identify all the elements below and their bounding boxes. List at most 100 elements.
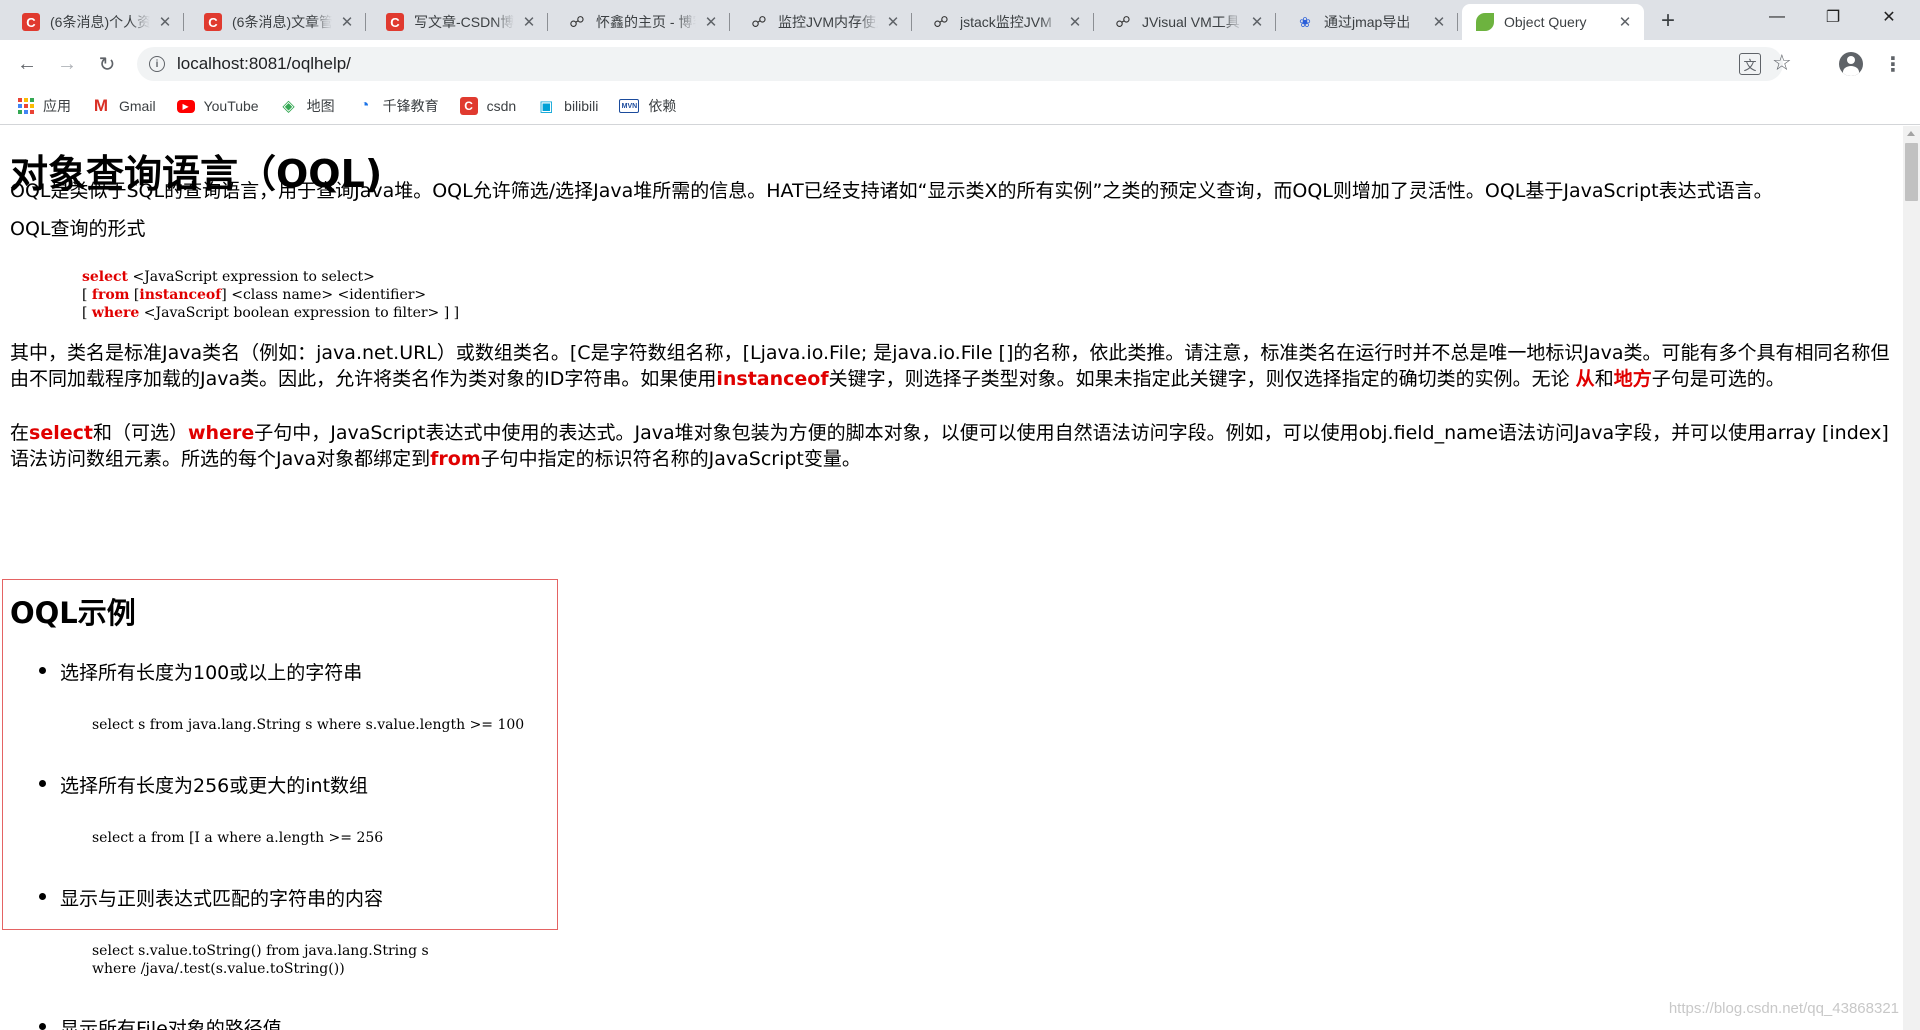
browser-toolbar: ← → ↻ i localhost:8081/oqlhelp/ 文 ☆ ⋮ xyxy=(0,40,1920,88)
example-item: 显示所有File对象的路径值 xyxy=(39,1014,282,1030)
keyword-where: where xyxy=(187,422,255,444)
apps-icon xyxy=(18,98,34,114)
url-text[interactable]: localhost:8081/oqlhelp/ xyxy=(177,54,351,74)
tab-title: JVisual VM工具 xyxy=(1142,14,1240,30)
star-icon[interactable]: ☆ xyxy=(1772,50,1792,76)
bookmark-label: YouTube xyxy=(203,98,259,114)
tab-title: 写文章-CSDN博客 xyxy=(414,14,514,30)
close-icon[interactable]: ✕ xyxy=(520,13,538,31)
example-item: 显示与正则表达式匹配的字符串的内容 xyxy=(38,884,383,911)
translate-icon[interactable]: 文 xyxy=(1739,53,1761,75)
close-icon[interactable]: ✕ xyxy=(1248,13,1266,31)
maximize-button[interactable]: ❐ xyxy=(1810,0,1856,34)
github-icon: ☍ xyxy=(933,14,949,31)
syntax-text: <JavaScript boolean expression to filter… xyxy=(139,305,460,321)
example-item: 选择所有长度为256或更大的int数组 xyxy=(38,771,368,798)
watermark: https://blog.csdn.net/qq_43868321 xyxy=(1668,1000,1899,1017)
page-viewport[interactable]: 对象查询语言（OQL) OQL是类似于SQL的查询语言，用于查询Java堆。OQ… xyxy=(0,126,1903,1030)
close-icon[interactable]: ✕ xyxy=(1066,13,1084,31)
baidu-icon: ❀ xyxy=(1299,13,1311,30)
csdn-icon xyxy=(22,13,40,31)
forward-button[interactable]: → xyxy=(51,48,83,80)
bookmark-label: 地图 xyxy=(306,98,335,114)
syntax-block: select <JavaScript expression to select>… xyxy=(82,268,459,322)
syntax-text: <JavaScript expression to select> xyxy=(128,269,375,285)
address-bar[interactable]: i localhost:8081/oqlhelp/ 文 ☆ xyxy=(137,47,1792,81)
keyword-select: select xyxy=(82,269,129,285)
gmail-icon: M xyxy=(93,96,109,115)
close-icon[interactable]: ✕ xyxy=(156,13,174,31)
bookmarks-bar: 应用 M Gmail ▶ YouTube ◈ 地图 ◔ 千锋教育 C csdn … xyxy=(0,88,1920,125)
keyword-instanceof: instanceof xyxy=(716,368,829,390)
tab-csdn-articles[interactable]: (6条消息)文章管理 ✕ xyxy=(190,4,366,40)
text: 在 xyxy=(10,422,30,444)
classname-paragraph: 其中，类名是标准Java类名（例如：java.net.URL）或数组类名。[C是… xyxy=(10,340,1890,392)
close-icon[interactable]: ✕ xyxy=(1430,13,1448,31)
keyword-instanceof: instanceof xyxy=(139,287,222,303)
scrollbar-thumb[interactable] xyxy=(1905,143,1918,201)
bookmark-bilibili[interactable]: ▣ bilibili xyxy=(537,92,598,120)
text: 子句是可选的。 xyxy=(1651,368,1785,390)
reload-button[interactable]: ↻ xyxy=(91,48,123,80)
select-where-paragraph: 在select和（可选）where子句中，JavaScript表达式中使用的表达… xyxy=(10,420,1890,472)
csdn-icon xyxy=(386,13,404,31)
examples-heading: OQL示例 xyxy=(10,596,136,630)
menu-icon[interactable]: ⋮ xyxy=(1883,50,1903,78)
back-button[interactable]: ← xyxy=(11,48,43,80)
tab-strip: (6条消息)个人资料 ✕ (6条消息)文章管理 ✕ 写文章-CSDN博客 ✕ ☍… xyxy=(0,0,1920,40)
keyword-where: 地方 xyxy=(1613,368,1652,390)
bookmark-label: 千锋教育 xyxy=(382,98,439,114)
csdn-icon: C xyxy=(459,97,478,115)
keyword-from: 从 xyxy=(1575,368,1595,390)
qianfeng-icon: ◔ xyxy=(359,97,370,114)
tab-title: 通过jmap导出 xyxy=(1324,14,1411,30)
minimize-button[interactable]: — xyxy=(1754,0,1800,34)
window-close-button[interactable]: ✕ xyxy=(1866,0,1912,34)
bookmark-gmail[interactable]: M Gmail xyxy=(92,92,156,120)
close-icon[interactable]: ✕ xyxy=(702,13,720,31)
syntax-text: [ xyxy=(82,287,92,303)
tab-title: (6条消息)文章管理 xyxy=(232,14,332,30)
close-icon[interactable]: ✕ xyxy=(1616,13,1634,31)
tab-title: jstack监控JVM xyxy=(960,14,1052,30)
github-icon: ☍ xyxy=(569,14,585,31)
bookmark-label: csdn xyxy=(486,98,517,114)
tab-csdn-write[interactable]: 写文章-CSDN博客 ✕ xyxy=(372,4,548,40)
bookmark-maven[interactable]: MVN 依赖 xyxy=(619,92,676,120)
text: 子句中指定的标识符名称的JavaScript变量。 xyxy=(480,448,861,470)
keyword-where: where xyxy=(91,305,140,321)
tab-jvm-memory[interactable]: ☍ 监控JVM内存使用 ✕ xyxy=(736,4,912,40)
keyword-select: select xyxy=(29,422,93,444)
csdn-icon xyxy=(204,13,222,31)
bookmark-label: bilibili xyxy=(564,98,599,114)
tab-jvisualvm[interactable]: ☍ JVisual VM工具 ✕ xyxy=(1100,4,1276,40)
tab-jmap[interactable]: ❀ 通过jmap导出 ✕ xyxy=(1282,4,1458,40)
github-icon: ☍ xyxy=(751,14,767,31)
maps-icon: ◈ xyxy=(282,98,295,115)
close-icon[interactable]: ✕ xyxy=(884,13,902,31)
scroll-up-arrow-icon[interactable] xyxy=(1907,131,1915,136)
keyword-from: from xyxy=(91,287,130,303)
profile-icon[interactable] xyxy=(1839,52,1863,76)
tab-title: 怀鑫的主页 - 博客 xyxy=(596,14,696,30)
tab-homepage[interactable]: ☍ 怀鑫的主页 - 博客 ✕ xyxy=(554,4,730,40)
close-icon[interactable]: ✕ xyxy=(338,13,356,31)
scrollbar[interactable] xyxy=(1903,126,1920,1030)
tab-title: Object Query xyxy=(1504,14,1587,30)
bookmark-csdn[interactable]: C csdn xyxy=(459,92,517,120)
syntax-text: [ xyxy=(129,287,140,303)
tab-csdn-profile[interactable]: (6条消息)个人资料 ✕ xyxy=(8,4,184,40)
bookmark-apps[interactable]: 应用 xyxy=(18,92,71,120)
bookmark-youtube[interactable]: ▶ YouTube xyxy=(176,92,259,120)
bookmark-label: Gmail xyxy=(119,98,156,114)
bookmark-maps[interactable]: ◈ 地图 xyxy=(280,92,335,120)
syntax-text: [ xyxy=(82,305,92,321)
tab-object-query[interactable]: Object Query ✕ xyxy=(1462,4,1644,40)
new-tab-button[interactable]: + xyxy=(1654,7,1682,35)
github-icon: ☍ xyxy=(1115,14,1131,31)
keyword-from: from xyxy=(430,448,481,470)
bookmark-qianfeng[interactable]: ◔ 千锋教育 xyxy=(356,92,439,120)
tab-title: (6条消息)个人资料 xyxy=(50,14,150,30)
tab-jstack[interactable]: ☍ jstack监控JVM ✕ xyxy=(918,4,1094,40)
info-icon[interactable]: i xyxy=(149,56,165,72)
